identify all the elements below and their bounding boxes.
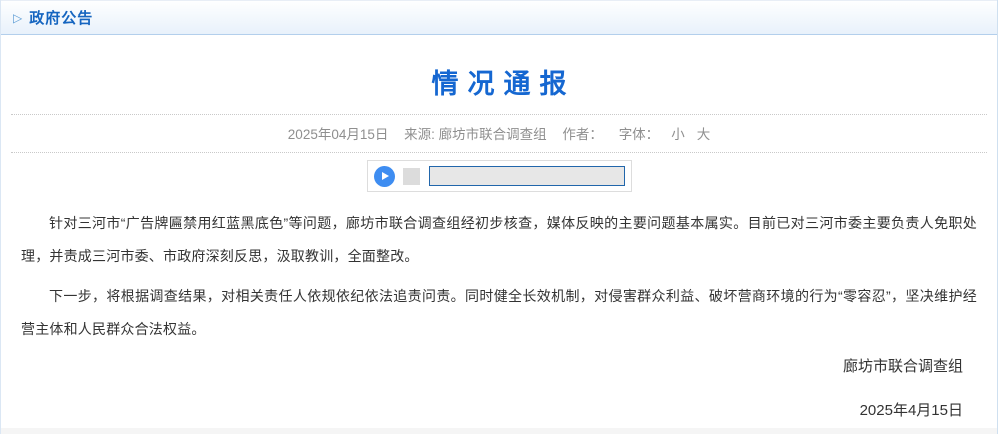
font-size-label: 字体： [619, 127, 660, 142]
play-icon [382, 172, 389, 180]
breadcrumb-label[interactable]: 政府公告 [29, 7, 93, 28]
font-larger-button[interactable]: 大 [697, 127, 711, 142]
signature: 廊坊市联合调查组 [21, 355, 977, 376]
page-footer-strip [1, 428, 997, 434]
signature-date: 2025年4月15日 [21, 399, 977, 420]
play-button[interactable] [374, 166, 395, 187]
article-body: 针对三河市“广告牌匾禁用红蓝黑底色”等问题，廊坊市联合调查组经初步核查，媒体反映… [1, 192, 997, 420]
source-label: 来源: 廊坊市联合调查组 [404, 127, 547, 142]
page: ▷ 政府公告 情况通报 2025年04月15日 来源: 廊坊市联合调查组 作者：… [0, 0, 998, 434]
publish-date: 2025年04月15日 [288, 127, 389, 142]
page-title: 情况通报 [1, 62, 997, 101]
paragraph: 针对三河市“广告牌匾禁用红蓝黑底色”等问题，廊坊市联合调查组经初步核查，媒体反映… [21, 207, 977, 273]
article-meta-bar: 2025年04月15日 来源: 廊坊市联合调查组 作者： 字体： 小大 [11, 114, 987, 153]
audio-stop-button[interactable] [403, 168, 420, 185]
article-container: 情况通报 2025年04月15日 来源: 廊坊市联合调查组 作者： 字体：小大 … [1, 62, 997, 420]
author-label: 作者： [562, 127, 603, 142]
audio-progress-bar[interactable] [429, 166, 625, 186]
chevron-right-icon: ▷ [13, 12, 22, 24]
breadcrumb[interactable]: ▷ 政府公告 [1, 0, 997, 35]
paragraph: 下一步，将根据调查结果，对相关责任人依规依纪依法追责问责。同时健全长效机制，对侵… [21, 280, 977, 346]
font-smaller-button[interactable]: 小 [671, 127, 685, 142]
audio-player [367, 160, 632, 192]
